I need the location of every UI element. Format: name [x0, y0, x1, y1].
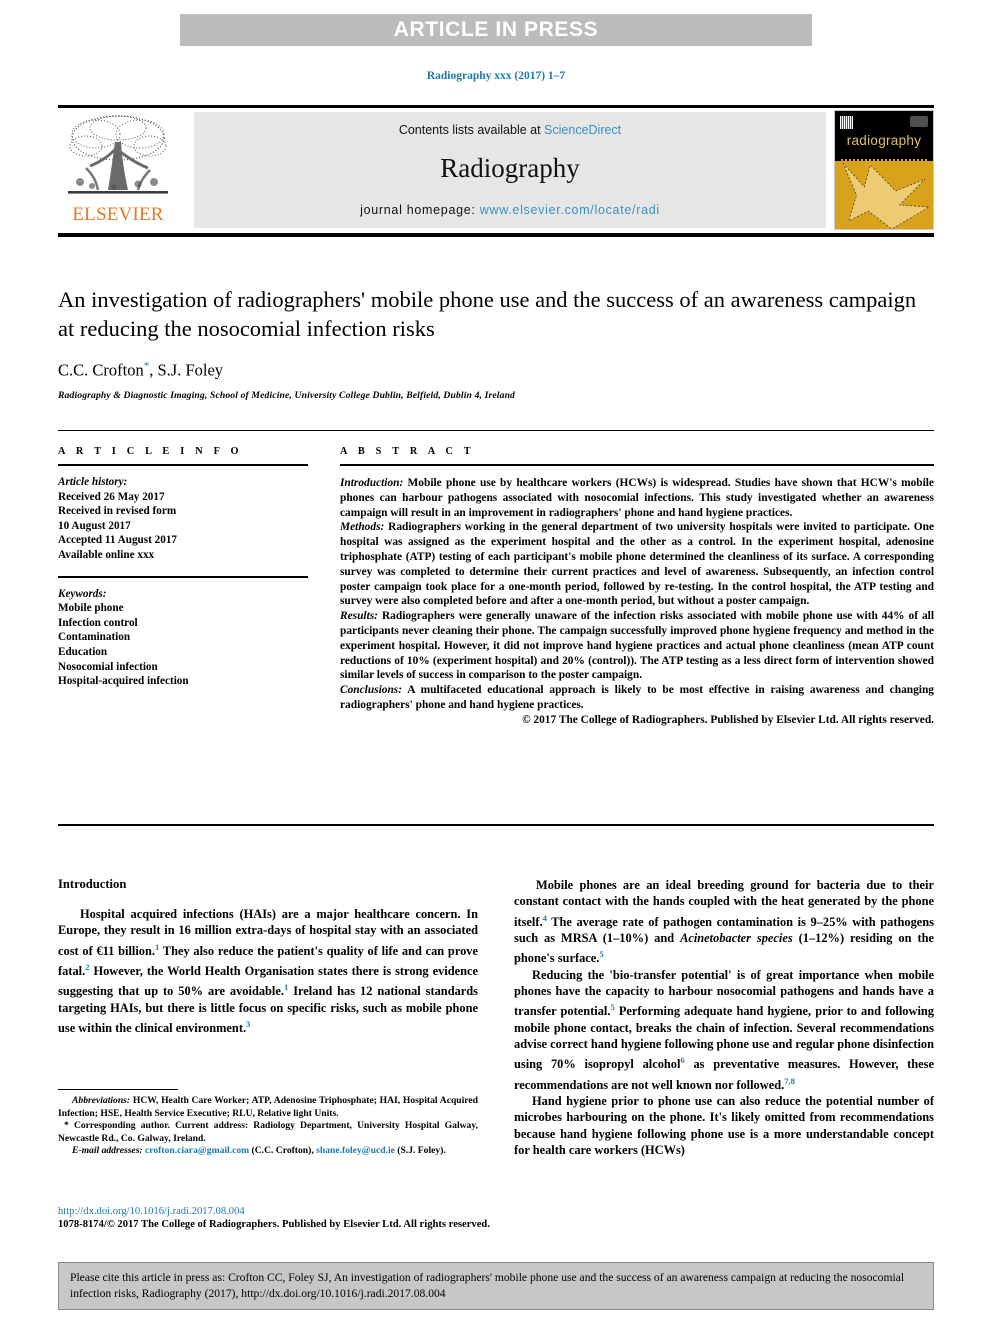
- author-rest: , S.J. Foley: [149, 360, 224, 380]
- keyword-item: Education: [58, 645, 108, 658]
- homepage-label: journal homepage:: [360, 203, 480, 217]
- abstract-conclusions: Conclusions: A multifaceted educational …: [340, 683, 934, 713]
- elsevier-wordmark: ELSEVIER: [72, 204, 164, 225]
- keyword-item: Mobile phone: [58, 602, 124, 615]
- issn-copyright-line: 1078-8174/© 2017 The College of Radiogra…: [58, 1219, 490, 1230]
- body-left-column: Introduction Hospital acquired infection…: [58, 877, 478, 1037]
- history-item: Received 26 May 2017: [58, 490, 165, 503]
- article-in-press-label: ARTICLE IN PRESS: [393, 18, 599, 41]
- right-paragraph-1: Mobile phones are an ideal breeding grou…: [514, 877, 934, 967]
- email-link-2[interactable]: shane.foley@ucd.ie: [316, 1145, 395, 1156]
- article-info-rule: [58, 464, 308, 466]
- abstract-body: Introduction: Mobile phone use by health…: [340, 476, 934, 728]
- masthead: ELSEVIER Contents lists available at Sci…: [58, 110, 934, 230]
- footnote-block: Abbreviations: HCW, Health Care Worker; …: [58, 1089, 478, 1158]
- abstract-bottom-rule: [58, 824, 934, 826]
- cover-brand-label: radiography: [846, 133, 922, 148]
- elsevier-logo: ELSEVIER: [58, 110, 178, 230]
- abbreviations-footnote: Abbreviations: HCW, Health Care Worker; …: [58, 1095, 478, 1120]
- journal-homepage-line: journal homepage: www.elsevier.com/locat…: [194, 203, 826, 217]
- abbreviations-label: Abbreviations:: [72, 1095, 131, 1106]
- keyword-item: Contamination: [58, 631, 131, 644]
- citation-ref[interactable]: 5: [599, 949, 603, 959]
- email-link-1[interactable]: crofton.ciara@gmail.com: [145, 1145, 249, 1156]
- masthead-rule-bottom: [58, 233, 934, 237]
- keywords-label: Keywords:: [58, 587, 107, 600]
- history-item: Accepted 11 August 2017: [58, 534, 178, 547]
- right-p1-species-name: Acinetobacter species: [680, 931, 793, 946]
- body-right-column: Mobile phones are an ideal breeding grou…: [514, 877, 934, 1158]
- abstract-column: A B S T R A C T Introduction: Mobile pho…: [340, 446, 934, 728]
- journal-title: Radiography: [440, 153, 580, 183]
- corresponding-author-text: Corresponding author. Current address: R…: [58, 1120, 478, 1144]
- article-history-block: Article history: Received 26 May 2017 Re…: [58, 475, 308, 563]
- keywords-block: Keywords: Mobile phone Infection control…: [58, 587, 308, 689]
- introduction-heading: Introduction: [58, 877, 127, 891]
- elsevier-tree-icon: [68, 115, 168, 194]
- journal-reference-line: Radiography xxx (2017) 1–7: [426, 70, 566, 82]
- doi-link[interactable]: http://dx.doi.org/10.1016/j.radi.2017.08…: [58, 1206, 528, 1217]
- article-info-column: A R T I C L E I N F O Article history: R…: [58, 446, 308, 689]
- email-name-1: (C.C. Crofton),: [249, 1145, 317, 1157]
- abstract-conclusions-text: A multifaceted educational approach is l…: [340, 684, 934, 711]
- abstract-conclusions-label: Conclusions:: [340, 684, 403, 697]
- please-cite-text: Please cite this article in press as: Cr…: [70, 1271, 905, 1300]
- journal-homepage-link[interactable]: www.elsevier.com/locate/radi: [480, 203, 660, 217]
- affiliation: Radiography & Diagnostic Imaging, School…: [58, 389, 516, 401]
- title-separator-rule: [58, 430, 934, 431]
- history-item: Received in revised form: [58, 505, 177, 518]
- right-paragraph-2: Reducing the 'bio-transfer potential' is…: [514, 967, 934, 1093]
- abstract-methods: Methods: Radiographers working in the ge…: [340, 520, 934, 609]
- keyword-item: Hospital-acquired infection: [58, 675, 189, 688]
- abstract-introduction-text: Mobile phone use by healthcare workers (…: [340, 477, 934, 519]
- history-item: 10 August 2017: [58, 519, 131, 532]
- author-list: C.C. Crofton*, S.J. Foley: [58, 360, 934, 381]
- abstract-introduction-label: Introduction:: [340, 477, 404, 489]
- author-first: C.C. Crofton: [58, 360, 144, 380]
- article-info-heading: A R T I C L E I N F O: [58, 446, 243, 457]
- title-block: An investigation of radiographers' mobil…: [58, 285, 934, 401]
- right-paragraph-3: Hand hygiene prior to phone use can also…: [514, 1094, 934, 1158]
- contents-available-prefix: Contents lists available at: [398, 123, 545, 137]
- abstract-methods-text: Radiographers working in the general dep…: [340, 521, 934, 608]
- email-footnote: E-mail addresses: crofton.ciara@gmail.co…: [58, 1145, 478, 1158]
- please-cite-box: Please cite this article in press as: Cr…: [58, 1262, 934, 1310]
- email-addresses-label: E-mail addresses:: [72, 1145, 143, 1157]
- sciencedirect-banner: Contents lists available at ScienceDirec…: [194, 112, 826, 228]
- cover-barcode-icon: [840, 116, 853, 129]
- corresponding-author-footnote: * Corresponding author. Current address:…: [58, 1120, 478, 1145]
- footnote-rule: [58, 1089, 178, 1090]
- sciencedirect-link[interactable]: ScienceDirect: [544, 123, 621, 137]
- history-item: Available online xxx: [58, 548, 155, 561]
- journal-cover-thumbnail: radiography: [834, 110, 934, 230]
- keyword-item: Nosocomial infection: [58, 660, 158, 673]
- abstract-results-label: Results:: [340, 610, 378, 623]
- cover-society-logo-icon: [910, 116, 928, 127]
- article-history-label: Article history:: [58, 476, 128, 488]
- abstract-heading: A B S T R A C T: [340, 446, 475, 457]
- abstract-methods-label: Methods:: [340, 521, 385, 534]
- abstract-results: Results: Radiographers were generally un…: [340, 609, 934, 683]
- citation-ref[interactable]: 3: [246, 1019, 250, 1029]
- cover-starburst-graphic: [835, 161, 933, 229]
- keyword-item: Infection control: [58, 616, 138, 629]
- abstract-introduction: Introduction: Mobile phone use by health…: [340, 476, 934, 520]
- abstract-copyright: © 2017 The College of Radiographers. Pub…: [522, 713, 934, 726]
- abstract-results-text: Radiographers were generally unaware of …: [340, 610, 934, 682]
- article-in-press-banner: ARTICLE IN PRESS: [180, 14, 812, 46]
- keywords-rule: [58, 575, 308, 578]
- email-name-2: (S.J. Foley).: [394, 1145, 446, 1157]
- intro-paragraph-1: Hospital acquired infections (HAIs) are …: [58, 906, 478, 1037]
- page-title: An investigation of radiographers' mobil…: [58, 287, 917, 341]
- doi-block: http://dx.doi.org/10.1016/j.radi.2017.08…: [58, 1206, 528, 1230]
- masthead-rule-top: [58, 105, 934, 108]
- abstract-rule: [340, 464, 934, 466]
- contents-available-line: Contents lists available at ScienceDirec…: [194, 123, 826, 137]
- citation-ref[interactable]: 7,8: [784, 1076, 795, 1086]
